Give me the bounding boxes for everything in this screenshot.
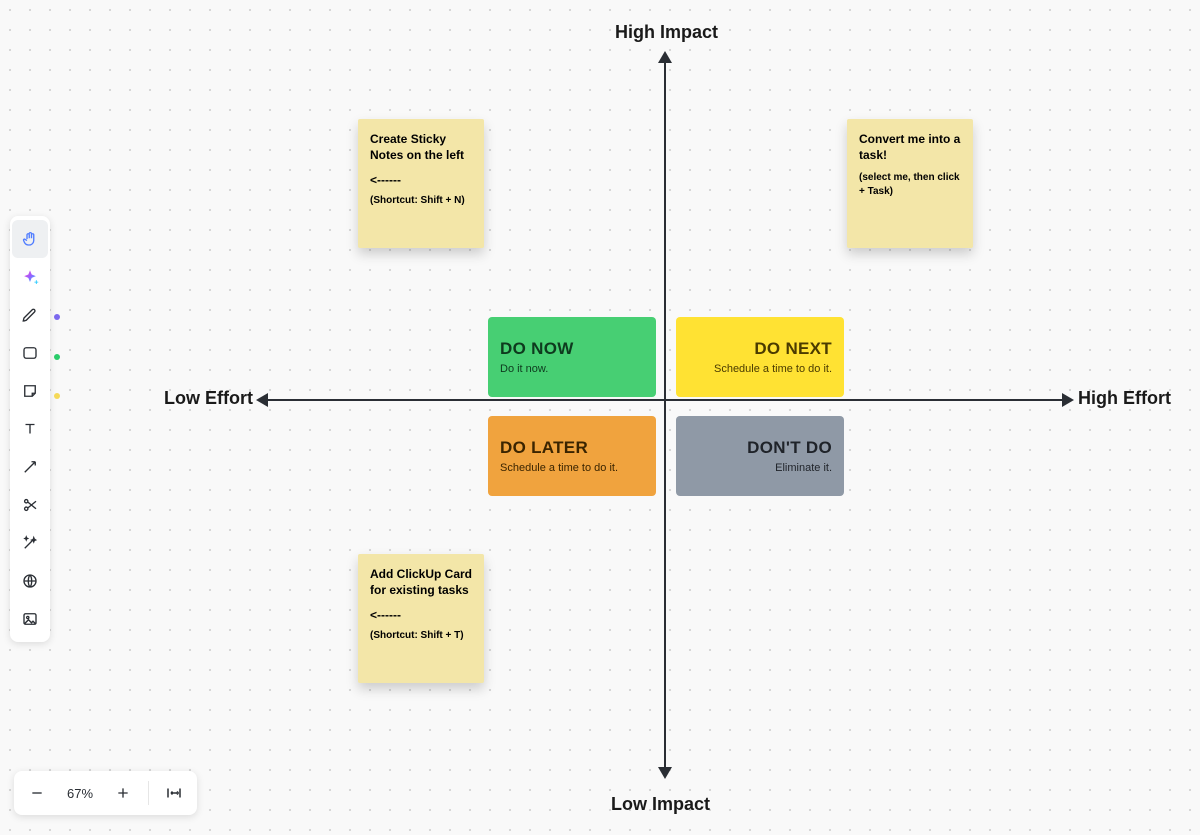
- axis-label-left: Low Effort: [164, 388, 253, 409]
- ai-sparkle-icon: +: [20, 267, 40, 287]
- axis-label-top: High Impact: [615, 22, 718, 43]
- quadrant-title: DON'T DO: [688, 438, 832, 458]
- connector-tool[interactable]: [12, 448, 48, 486]
- minus-icon: [29, 785, 45, 801]
- sticky-shortcut: (Shortcut: Shift + N): [370, 195, 472, 206]
- sticky-note-convert-task[interactable]: Convert me into a task! (select me, then…: [847, 119, 973, 248]
- magic-tool[interactable]: [12, 524, 48, 562]
- quadrant-do-later[interactable]: DO LATER Schedule a time to do it.: [488, 416, 656, 496]
- scissors-tool[interactable]: [12, 486, 48, 524]
- hand-icon: [21, 230, 39, 248]
- rectangle-icon: [21, 344, 39, 362]
- sticky-title: Add ClickUp Card for existing tasks: [370, 566, 472, 598]
- image-icon: [21, 610, 39, 628]
- sticky-arrow: <------: [370, 608, 472, 622]
- arrow-right-icon: [1062, 393, 1074, 407]
- sticky-title: Create Sticky Notes on the left: [370, 131, 472, 163]
- magic-wand-icon: [21, 534, 39, 552]
- fit-width-icon: [165, 784, 183, 802]
- quadrant-dont-do[interactable]: DON'T DO Eliminate it.: [676, 416, 844, 496]
- pen-tool[interactable]: [12, 296, 48, 334]
- sticky-arrow: <------: [370, 173, 472, 187]
- axis-label-bottom: Low Impact: [611, 794, 710, 815]
- hand-tool[interactable]: [12, 220, 48, 258]
- web-tool[interactable]: [12, 562, 48, 600]
- quadrant-subtitle: Schedule a time to do it.: [500, 462, 644, 474]
- arrow-up-icon: [658, 51, 672, 63]
- separator: [148, 781, 149, 805]
- sticky-title: Convert me into a task!: [859, 131, 961, 163]
- quadrant-title: DO LATER: [500, 438, 644, 458]
- sticky-tool[interactable]: [12, 372, 48, 410]
- plus-icon: [115, 785, 131, 801]
- tool-toolbar: +: [10, 216, 50, 642]
- quadrant-subtitle: Do it now.: [500, 363, 644, 375]
- axis-label-right: High Effort: [1078, 388, 1171, 409]
- tool-indicator-shape: [54, 354, 60, 360]
- fit-width-button[interactable]: [157, 776, 191, 810]
- shape-tool[interactable]: [12, 334, 48, 372]
- scissors-icon: [21, 496, 39, 514]
- arrow-left-icon: [256, 393, 268, 407]
- ai-tool[interactable]: +: [12, 258, 48, 296]
- sticky-sub: (select me, then click + Task): [859, 171, 961, 199]
- image-tool[interactable]: [12, 600, 48, 638]
- tool-indicator-pen: [54, 314, 60, 320]
- zoom-in-button[interactable]: [106, 776, 140, 810]
- globe-icon: [21, 572, 39, 590]
- arrow-down-icon: [658, 767, 672, 779]
- quadrant-title: DO NEXT: [688, 339, 832, 359]
- sticky-note-create[interactable]: Create Sticky Notes on the left <------ …: [358, 119, 484, 248]
- text-tool[interactable]: [12, 410, 48, 448]
- zoom-out-button[interactable]: [20, 776, 54, 810]
- pen-icon: [21, 306, 39, 324]
- quadrant-subtitle: Eliminate it.: [688, 462, 832, 474]
- svg-text:+: +: [34, 278, 39, 287]
- quadrant-title: DO NOW: [500, 339, 644, 359]
- connector-icon: [21, 458, 39, 476]
- tool-indicator-sticky: [54, 393, 60, 399]
- axis-vertical: [664, 60, 666, 770]
- whiteboard-canvas[interactable]: + High: [0, 0, 1200, 835]
- quadrant-do-now[interactable]: DO NOW Do it now.: [488, 317, 656, 397]
- quadrant-subtitle: Schedule a time to do it.: [688, 363, 832, 375]
- sticky-note-icon: [21, 382, 39, 400]
- text-icon: [21, 420, 39, 438]
- sticky-note-add-card[interactable]: Add ClickUp Card for existing tasks <---…: [358, 554, 484, 683]
- zoom-level[interactable]: 67%: [60, 786, 100, 801]
- zoom-controls: 67%: [14, 771, 197, 815]
- quadrant-do-next[interactable]: DO NEXT Schedule a time to do it.: [676, 317, 844, 397]
- sticky-shortcut: (Shortcut: Shift + T): [370, 630, 472, 641]
